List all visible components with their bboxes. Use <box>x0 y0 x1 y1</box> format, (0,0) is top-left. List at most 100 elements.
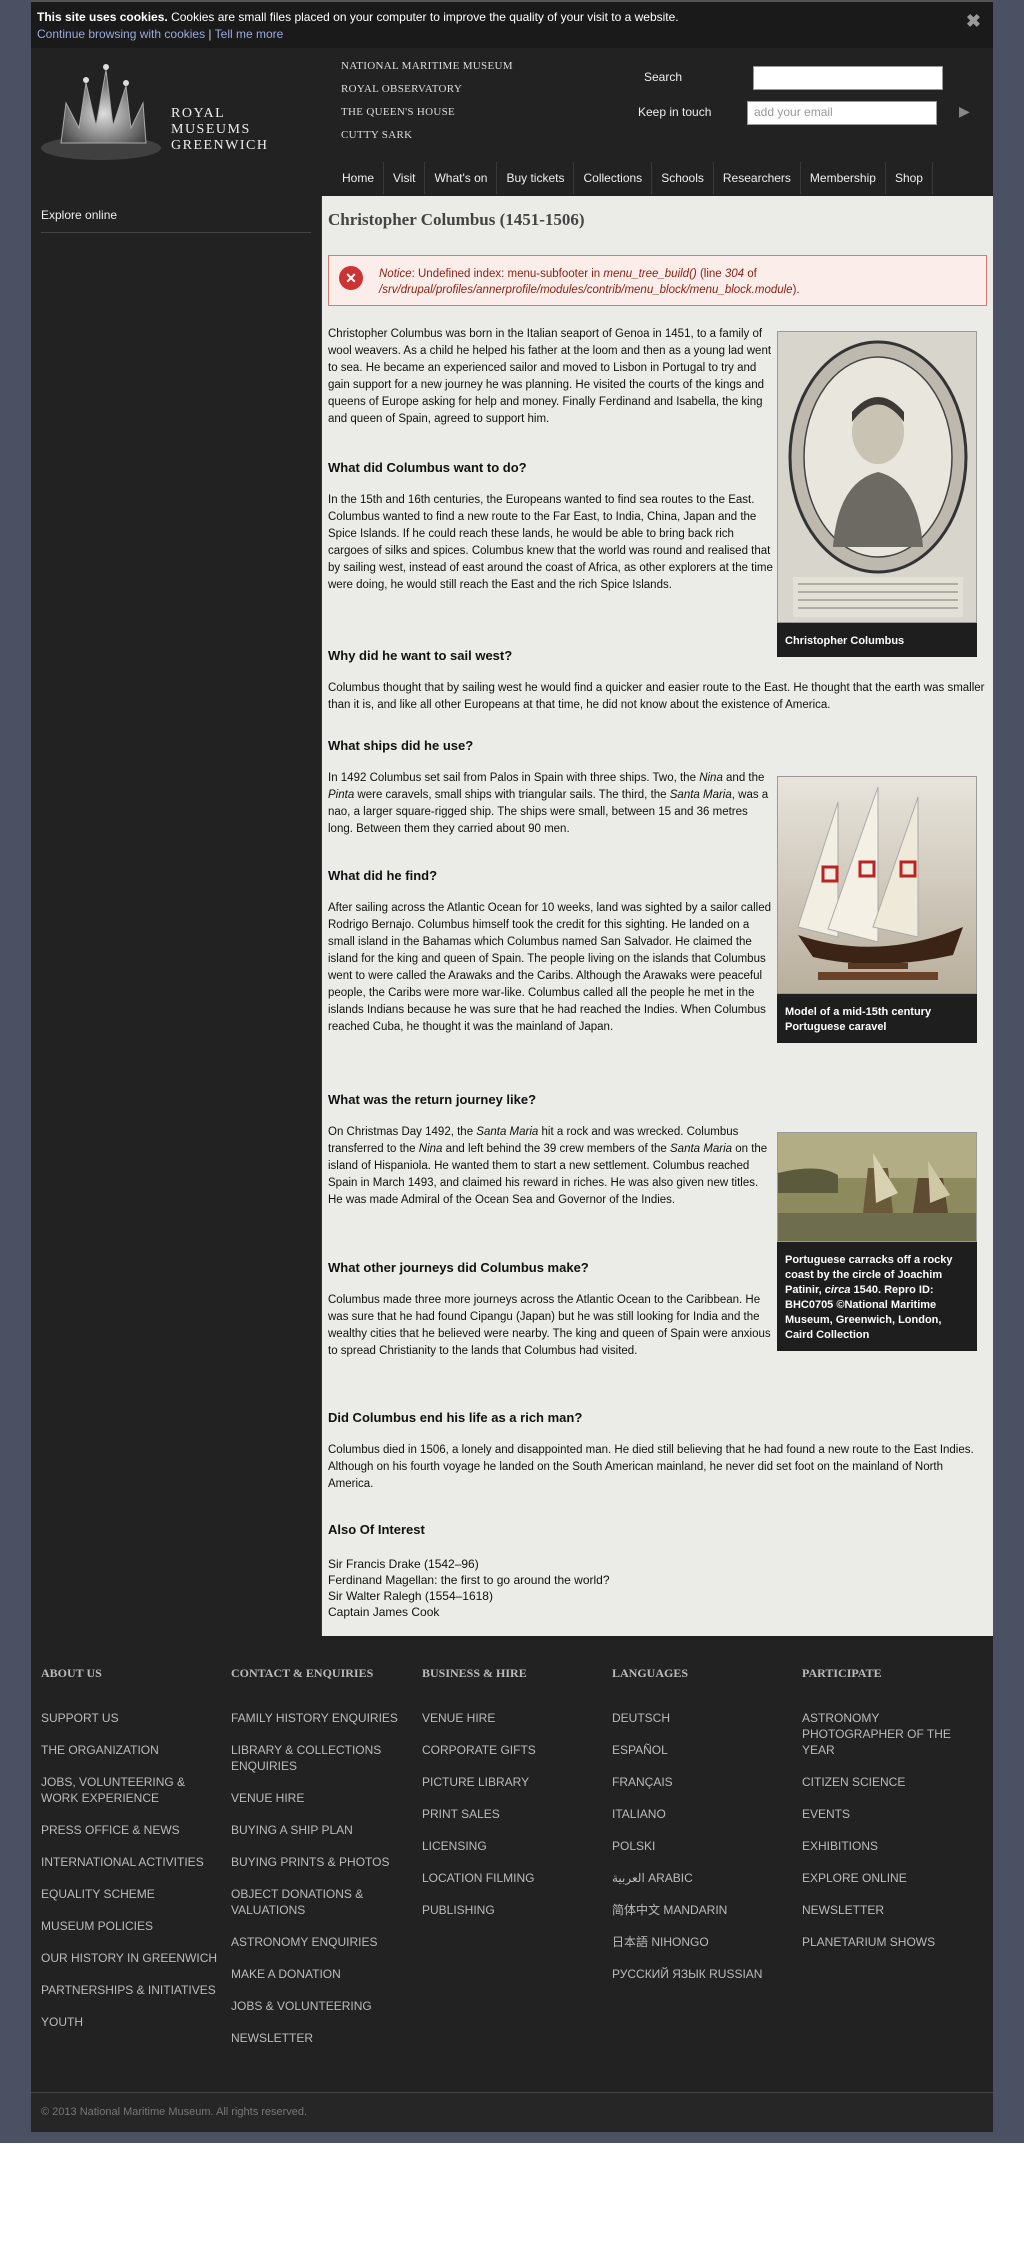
figure-carracks: Portuguese carracks off a rocky coast by… <box>777 1132 978 1351</box>
cookie-text: Cookies are small files placed on your c… <box>167 10 679 24</box>
footer-link[interactable]: PICTURE LIBRARY <box>422 1774 582 1790</box>
list-item[interactable]: Sir Walter Ralegh (1554–1618) <box>328 1588 610 1604</box>
error-notice: ✕ Notice: Undefined index: menu-subfoote… <box>328 255 987 306</box>
submit-arrow-icon[interactable]: ▶ <box>959 103 970 120</box>
notice-func: menu_tree_build() <box>603 268 697 280</box>
footer-link[interactable]: JOBS, VOLUNTEERING & WORK EXPERIENCE <box>41 1774 201 1806</box>
footer-link[interactable]: MAKE A DONATION <box>231 1966 391 1982</box>
footer-link[interactable]: EQUALITY SCHEME <box>41 1886 201 1902</box>
columbus-portrait-image[interactable] <box>777 331 978 624</box>
footer-link[interactable]: 日本語 NIHONGO <box>612 1934 782 1950</box>
footer-link[interactable]: CORPORATE GIFTS <box>422 1742 582 1758</box>
footer-link[interactable]: PARTNERSHIPS & INITIATIVES <box>41 1982 221 1998</box>
footer-link[interactable]: РУССКИЙ ЯЗЫК RUSSIAN <box>612 1966 787 1982</box>
site-links: NATIONAL MARITIME MUSEUM ROYAL OBSERVATO… <box>341 60 513 152</box>
brand-line-3: GREENWICH <box>171 138 269 153</box>
notice-path: /srv/drupal/profiles/annerprofile/module… <box>379 284 793 296</box>
footer-heading: BUSINESS & HIRE <box>422 1666 527 1680</box>
footer-link[interactable]: POLSKI <box>612 1838 782 1854</box>
footer-link[interactable]: INTERNATIONAL ACTIVITIES <box>41 1854 221 1870</box>
footer-link[interactable]: NEWSLETTER <box>802 1902 962 1918</box>
list-item[interactable]: Sir Francis Drake (1542–96) <box>328 1556 610 1572</box>
site-link-cutty-sark[interactable]: CUTTY SARK <box>341 129 513 152</box>
footer-link[interactable]: OBJECT DONATIONS & VALUATIONS <box>231 1886 391 1918</box>
footer-link[interactable]: EVENTS <box>802 1806 962 1822</box>
site-link-observatory[interactable]: ROYAL OBSERVATORY <box>341 83 513 106</box>
figure-caption: Christopher Columbus <box>785 635 905 647</box>
footer-heading: ABOUT US <box>41 1666 102 1680</box>
paragraph: Christopher Columbus was born in the Ita… <box>328 328 772 425</box>
footer-link[interactable]: THE ORGANIZATION <box>41 1742 201 1758</box>
footer-link[interactable]: SUPPORT US <box>41 1710 201 1726</box>
brand-line-2: MUSEUMS <box>171 122 251 137</box>
email-field[interactable]: add your email <box>747 101 937 125</box>
footer-link[interactable]: EXPLORE ONLINE <box>802 1870 962 1886</box>
footer-link[interactable]: PUBLISHING <box>422 1902 582 1918</box>
site-link-queens-house[interactable]: THE QUEEN'S HOUSE <box>341 106 513 129</box>
nav-collections[interactable]: Collections <box>574 162 653 194</box>
footer-link[interactable]: PLANETARIUM SHOWS <box>802 1934 962 1950</box>
footer-link[interactable]: MUSEUM POLICIES <box>41 1918 201 1934</box>
nav-membership[interactable]: Membership <box>801 162 886 194</box>
text: On Christmas Day 1492, the <box>328 1126 477 1138</box>
footer-link[interactable]: BUYING PRINTS & PHOTOS <box>231 1854 406 1870</box>
also-of-interest-list: Sir Francis Drake (1542–96) Ferdinand Ma… <box>328 1556 610 1620</box>
footer-link[interactable]: FRANÇAIS <box>612 1774 782 1790</box>
continue-cookies-link[interactable]: Continue browsing with cookies <box>37 27 205 41</box>
close-icon[interactable]: ✖ <box>966 12 981 30</box>
list-item[interactable]: Ferdinand Magellan: the first to go arou… <box>328 1572 610 1588</box>
ship-name: Nina <box>418 1143 443 1155</box>
main-content: Christopher Columbus (1451-1506) ✕ Notic… <box>322 196 993 1636</box>
sidebar-divider <box>41 232 311 233</box>
nav-visit[interactable]: Visit <box>384 162 426 194</box>
notice-label: Notice <box>379 268 412 280</box>
site-link-nmm[interactable]: NATIONAL MARITIME MUSEUM <box>341 60 513 83</box>
logo[interactable]: ROYAL MUSEUMS GREENWICH <box>31 48 321 173</box>
nav-whats-on[interactable]: What's on <box>425 162 498 194</box>
sidebar-item-explore-online[interactable]: Explore online <box>41 208 117 222</box>
footer-link[interactable]: PRINT SALES <box>422 1806 582 1822</box>
cookie-title: This site uses cookies. <box>37 10 168 24</box>
notice-text: : Undefined index: menu-subfooter in <box>411 268 604 280</box>
footer-link[interactable]: ASTRONOMY PHOTOGRAPHER OF THE YEAR <box>802 1710 962 1758</box>
nav-shop[interactable]: Shop <box>886 162 933 194</box>
paragraph: Columbus thought that by sailing west he… <box>328 682 985 711</box>
nav-schools[interactable]: Schools <box>652 162 714 194</box>
footer-link[interactable]: FAMILY HISTORY ENQUIRIES <box>231 1710 406 1726</box>
brand-line-1: ROYAL <box>171 106 226 121</box>
footer-link[interactable]: ITALIANO <box>612 1806 782 1822</box>
search-input[interactable] <box>753 66 943 90</box>
paragraph: On Christmas Day 1492, the Santa Maria h… <box>328 1124 773 1209</box>
footer-link[interactable]: YOUTH <box>41 2014 201 2030</box>
footer-link[interactable]: VENUE HIRE <box>422 1710 582 1726</box>
nav-buy-tickets[interactable]: Buy tickets <box>497 162 575 194</box>
paragraph: In 1492 Columbus set sail from Palos in … <box>328 770 773 838</box>
footer-link[interactable]: LOCATION FILMING <box>422 1870 582 1886</box>
footer-link[interactable]: CITIZEN SCIENCE <box>802 1774 962 1790</box>
footer-link[interactable]: BUYING A SHIP PLAN <box>231 1822 391 1838</box>
footer-link[interactable]: ASTRONOMY ENQUIRIES <box>231 1934 401 1950</box>
caravel-model-image[interactable] <box>777 776 978 995</box>
footer-link[interactable]: 简体中文 MANDARIN <box>612 1902 782 1918</box>
tell-me-more-link[interactable]: Tell me more <box>215 27 284 41</box>
footer-link[interactable]: OUR HISTORY IN GREENWICH <box>41 1950 221 1966</box>
footer-link[interactable]: ESPAÑOL <box>612 1742 782 1758</box>
list-item[interactable]: Captain James Cook <box>328 1604 610 1620</box>
site-header: ROYAL MUSEUMS GREENWICH NATIONAL MARITIM… <box>31 48 993 196</box>
carracks-painting-image[interactable] <box>777 1132 978 1243</box>
footer-link[interactable]: DEUTSCH <box>612 1710 782 1726</box>
nav-researchers[interactable]: Researchers <box>714 162 801 194</box>
page-title: Christopher Columbus (1451-1506) <box>328 210 585 229</box>
footer-link[interactable]: EXHIBITIONS <box>802 1838 962 1854</box>
ship-name: Santa Maria <box>669 789 732 801</box>
footer-link[interactable]: PRESS OFFICE & NEWS <box>41 1822 201 1838</box>
footer-link[interactable]: LICENSING <box>422 1838 582 1854</box>
keep-in-touch-label: Keep in touch <box>638 105 712 119</box>
footer-link[interactable]: العربية ARABIC <box>612 1870 782 1886</box>
footer-link[interactable]: VENUE HIRE <box>231 1790 391 1806</box>
heading: What was the return journey like? <box>328 1092 537 1107</box>
footer-link[interactable]: LIBRARY & COLLECTIONS ENQUIRIES <box>231 1742 391 1774</box>
footer-link[interactable]: NEWSLETTER <box>231 2030 391 2046</box>
nav-home[interactable]: Home <box>333 162 385 194</box>
footer-link[interactable]: JOBS & VOLUNTEERING <box>231 1998 401 2014</box>
